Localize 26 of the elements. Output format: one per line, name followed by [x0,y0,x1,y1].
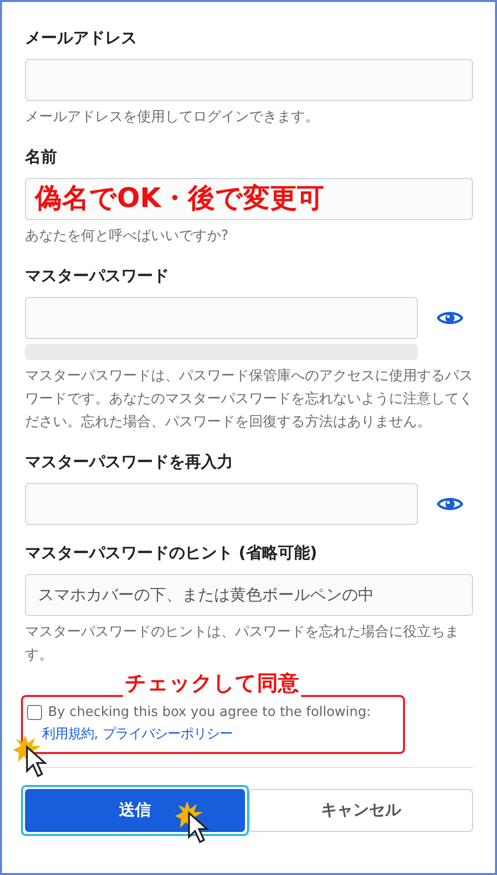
password-field[interactable] [25,297,418,339]
show-password-button[interactable] [435,310,465,326]
help-text: マスターパスワードは、パスワード保管庫へのアクセスに使用するパスワードです。あなたのマスターパスワードを忘れないように注意してください。忘れた場合、パスワードを回復する方法はありません。 [25,367,473,432]
checkbox[interactable] [27,705,42,720]
field-label: マスターパスワードを再入力 [25,452,234,473]
password-field[interactable] [25,483,418,525]
eye-icon [437,310,463,326]
policy-link[interactable]: プライバシーポリシー [102,724,232,746]
submit-button[interactable]: 送信 [25,789,245,832]
input-field[interactable]: スマホカバーの下、または黄色ボールペンの中 [25,574,473,616]
input-field[interactable] [25,178,473,220]
field-label: 名前 [25,147,58,168]
annotation-text: チェックして同意 [123,670,301,697]
help-text: マスターパスワードのヒントは、パスワードを忘れた場合に役立ちます。 [25,623,460,665]
show-password-button[interactable] [435,496,465,512]
cancel-button[interactable]: キャンセル [249,789,473,832]
field-label: メールアドレス [25,28,138,49]
help-text: メールアドレスを使用してログインできます。 [25,108,320,127]
eye-icon [437,496,463,512]
help-text: あなたを何と呼べばいいですか? [25,227,230,246]
annotation-text: 偽名でOK・後で変更可 [35,183,324,215]
input-field[interactable] [25,59,473,101]
field-label: マスターパスワードのヒント (省略可能) [25,543,318,564]
policy-link[interactable]: 利用規約, [42,724,98,746]
agreement-text: By checking this box you agree to the following: [48,704,371,722]
field-label: マスターパスワード [25,266,170,287]
